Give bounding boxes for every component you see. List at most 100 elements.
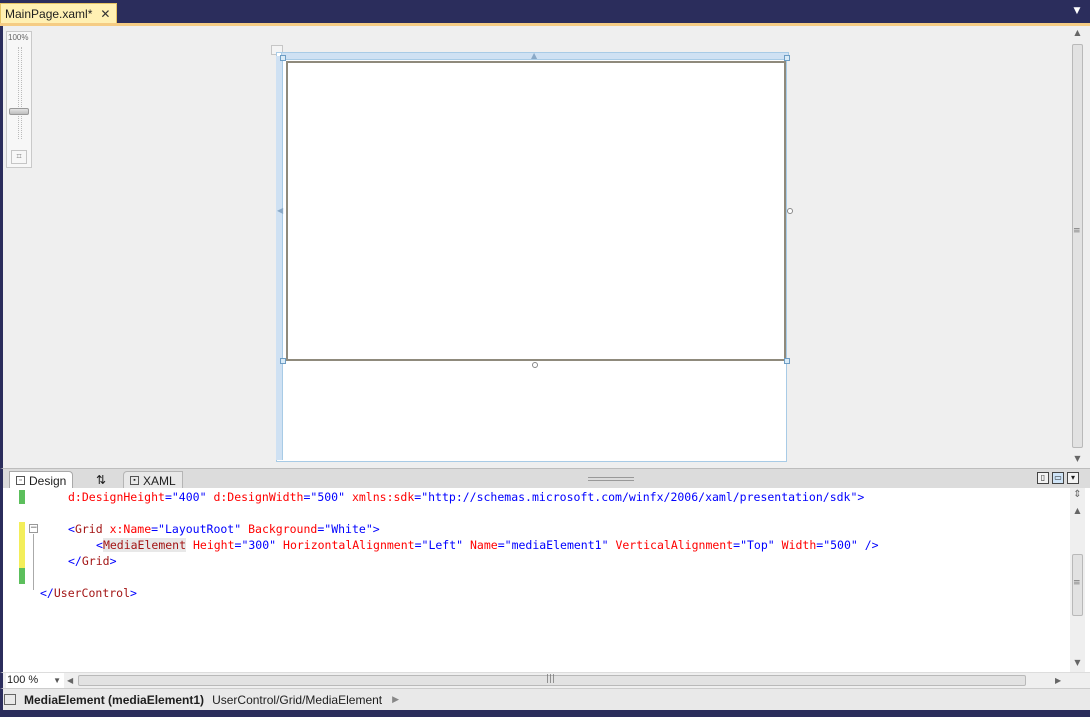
scroll-up-icon[interactable]: ▲ (1070, 506, 1085, 515)
document-tab-mainpage[interactable]: MainPage.xaml* ✕ (0, 3, 118, 24)
code-line[interactable]: </UserControl> (40, 585, 879, 601)
resize-handle-bottom-left[interactable] (280, 358, 286, 364)
code-line[interactable]: <Grid x:Name="LayoutRoot" Background="Wh… (40, 521, 879, 537)
tab-dropdown-icon[interactable]: ▼ (1072, 6, 1082, 16)
change-marker-saved (19, 568, 25, 584)
code-token: =" (816, 538, 831, 552)
zoom-slider[interactable]: 100% ⌗ (6, 31, 32, 168)
outline-guide (33, 534, 34, 590)
code-token: > (109, 554, 117, 568)
code-token: Grid (74, 522, 103, 536)
document-outline-icon[interactable] (4, 694, 16, 705)
code-token: 300 (248, 538, 270, 552)
element-path[interactable]: UserControl/Grid/MediaElement (212, 693, 382, 707)
resize-handle-top-right[interactable] (784, 55, 790, 61)
code-token: Height (192, 538, 235, 552)
code-token: Grid (81, 554, 110, 568)
zoom-slider-track[interactable] (18, 47, 22, 139)
editor-vertical-scrollbar[interactable]: ⇕ ▲ ≡ ▼ (1070, 488, 1085, 672)
scroll-grip-icon: ||| (546, 674, 556, 684)
code-token: " (338, 490, 352, 504)
code-token: Top (747, 538, 768, 552)
code-token: VerticalAlignment (615, 538, 734, 552)
code-line[interactable] (40, 505, 879, 521)
tab-xaml[interactable]: ▪ XAML (123, 471, 183, 489)
code-line[interactable]: <MediaElement Height =" 300 " HorizontalAli… (40, 537, 879, 553)
swap-panes-button[interactable]: ⇅ (83, 471, 119, 489)
scroll-grip-icon: ≡ (1073, 578, 1081, 588)
code-token: 500 (830, 538, 851, 552)
code-token: Left (428, 538, 457, 552)
code-token: < (68, 522, 75, 536)
tab-design-label: Design (29, 473, 67, 488)
fit-to-screen-icon[interactable]: ⌗ (11, 150, 27, 164)
code-token: =" (303, 490, 318, 504)
editor-gutter (6, 488, 19, 672)
designer-scroll-thumb[interactable] (1072, 44, 1083, 448)
scroll-down-icon[interactable]: ▼ (1070, 658, 1085, 667)
tab-xaml-label: XAML (143, 473, 176, 488)
breadcrumb-arrow-icon[interactable]: ▶ (392, 694, 399, 705)
selection-breadcrumb: MediaElement (mediaElement1) UserControl… (0, 688, 1090, 710)
code-line[interactable]: d:DesignHeight="400" d:DesignWidth="500"… (40, 489, 879, 505)
code-token: 400 (178, 490, 200, 504)
collapse-pane-button[interactable]: ▾ (1067, 472, 1079, 484)
code-line[interactable] (40, 569, 879, 585)
vertical-split-button[interactable]: ▯ (1037, 472, 1049, 484)
collapse-toggle-icon[interactable]: − (29, 524, 38, 533)
scroll-down-icon[interactable]: ▼ (1070, 454, 1085, 463)
xaml-editor[interactable]: − d:DesignHeight="400" d:DesignWidth="50… (0, 488, 1090, 672)
scroll-right-icon[interactable]: ▶ (1055, 673, 1061, 688)
editor-split-icon[interactable]: ⇕ (1070, 489, 1085, 500)
code-token: HorizontalAlignment (283, 538, 415, 552)
code-token: xmlns:sdk (351, 490, 415, 504)
code-token: MediaElement (102, 538, 187, 552)
code-token: "> (365, 522, 380, 536)
change-marker-saved (19, 490, 25, 504)
resize-handle-bottom-right[interactable] (784, 358, 790, 364)
code-token: " (601, 538, 616, 552)
zoom-slider-thumb[interactable] (9, 108, 29, 115)
resize-handle-top-left[interactable] (280, 55, 286, 61)
code-token: " (456, 538, 470, 552)
document-tab-strip: MainPage.xaml* ✕ ▼ (0, 0, 1090, 24)
margin-handle-bottom[interactable] (532, 362, 538, 368)
zoom-combo[interactable]: 100 % ▼ (6, 673, 64, 688)
code-token: "> (850, 490, 865, 504)
code-token: " (234, 522, 249, 536)
grid-row-ruler[interactable] (276, 56, 283, 460)
tab-design[interactable]: ▫ Design (9, 471, 74, 489)
code-token: http://schemas.microsoft.com/winfx/2006/… (428, 490, 851, 504)
code-token: </ (40, 586, 54, 600)
designer-vertical-scrollbar[interactable]: ▲ ≡ ▼ (1070, 26, 1085, 466)
close-icon[interactable]: ✕ (98, 7, 112, 21)
ruler-up-arrow-icon: ▲ (531, 51, 538, 60)
horizontal-split-button[interactable]: ▭ (1052, 472, 1064, 484)
margin-handle-right[interactable] (787, 208, 793, 214)
media-element-selected[interactable] (286, 61, 786, 361)
code-token: Name (470, 538, 498, 552)
chevron-down-icon[interactable]: ▼ (53, 673, 61, 688)
code-token: =" (414, 490, 429, 504)
splitter-grip[interactable] (588, 477, 634, 481)
scroll-up-icon[interactable]: ▲ (1070, 28, 1085, 37)
editor-horizontal-scroll-row: 100 % ▼ ◀ ||| ▶ (0, 672, 1090, 688)
code-line[interactable]: </Grid> (40, 553, 879, 569)
code-text[interactable]: d:DesignHeight="400" d:DesignWidth="500"… (40, 489, 879, 601)
window-frame-bottom (0, 710, 1090, 717)
code-token: " (767, 538, 782, 552)
code-token: =" (151, 522, 165, 536)
design-surface[interactable]: 100% ⌗ ▲ ◀ ▲ ≡ ▼ (0, 26, 1090, 468)
code-token: < (96, 538, 103, 552)
selected-element-label[interactable]: MediaElement (mediaElement1) (24, 693, 204, 707)
scroll-left-icon[interactable]: ◀ (67, 673, 73, 688)
code-token: > (130, 586, 137, 600)
code-token: =" (164, 490, 179, 504)
code-token: =" (317, 522, 332, 536)
ruler-left-arrow-icon: ◀ (277, 206, 284, 215)
code-token: " /> (850, 538, 879, 552)
code-token: d:DesignHeight (68, 490, 165, 504)
code-token: </ (68, 554, 82, 568)
